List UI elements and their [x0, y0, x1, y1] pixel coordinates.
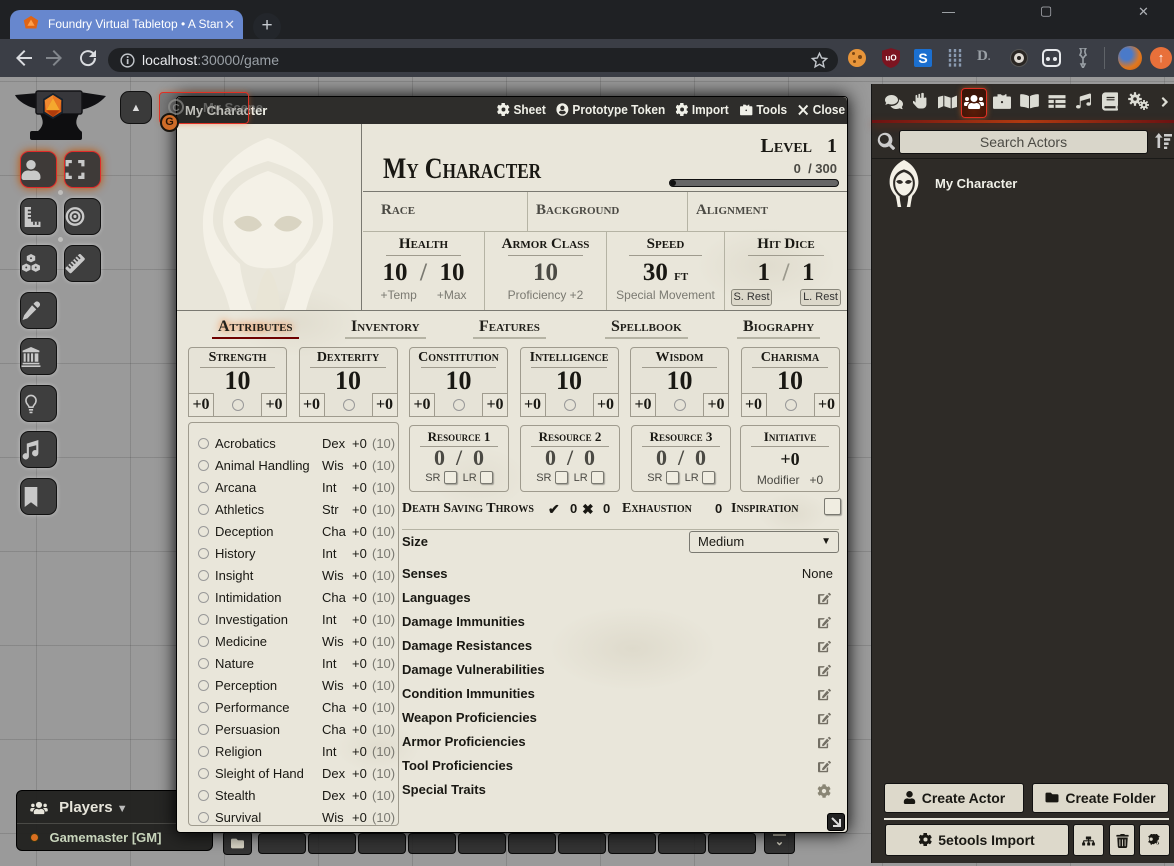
- svg-text:uO: uO: [885, 54, 896, 63]
